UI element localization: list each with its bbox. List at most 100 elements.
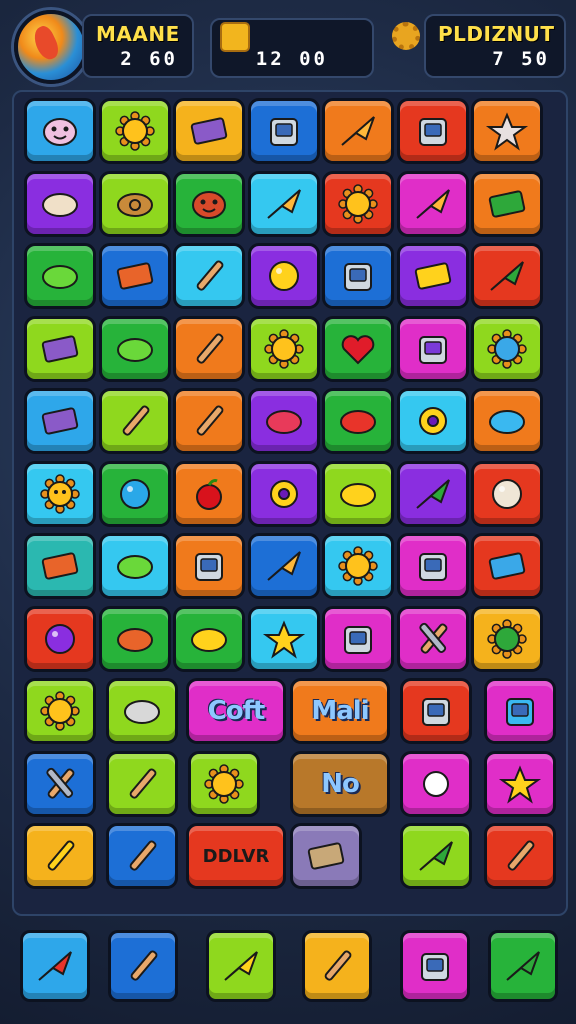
board-tile[interactable] xyxy=(98,533,171,599)
board-tile[interactable] xyxy=(98,98,171,164)
board-tile[interactable] xyxy=(471,315,543,382)
board-tile[interactable] xyxy=(471,98,543,164)
board-tile[interactable] xyxy=(24,98,96,164)
board-tile[interactable] xyxy=(98,243,171,309)
board-tile[interactable] xyxy=(471,460,543,527)
board-tile[interactable]: Mali xyxy=(290,678,390,744)
board-tile[interactable] xyxy=(173,460,245,527)
board-tile[interactable]: No xyxy=(290,750,390,817)
board-tile[interactable]: Coft xyxy=(186,678,286,744)
brush-icon xyxy=(129,840,157,871)
board-tile[interactable] xyxy=(24,170,96,237)
saturn-icon xyxy=(116,337,153,362)
board-tile[interactable] xyxy=(247,170,320,237)
board-tile[interactable] xyxy=(322,315,394,382)
board-tile[interactable] xyxy=(322,533,394,599)
board-tile[interactable] xyxy=(106,678,178,744)
board-tile[interactable] xyxy=(471,243,543,309)
board-tile[interactable] xyxy=(247,243,320,309)
board-tile[interactable] xyxy=(247,460,320,527)
board-tile[interactable] xyxy=(24,750,96,817)
board-tile[interactable] xyxy=(24,243,96,309)
board-tile[interactable] xyxy=(396,388,469,454)
feather-icon xyxy=(324,950,352,981)
camera-icon xyxy=(421,953,449,981)
board-tile[interactable] xyxy=(173,170,245,237)
tray-tile[interactable] xyxy=(302,930,372,1002)
board-tile[interactable] xyxy=(484,678,556,744)
tag-icon xyxy=(414,262,451,290)
board-tile[interactable] xyxy=(396,460,469,527)
leaf-icon xyxy=(506,951,540,981)
player-avatar[interactable] xyxy=(14,10,88,84)
book-icon xyxy=(41,407,79,435)
board-tile[interactable] xyxy=(484,823,556,889)
board-tile[interactable] xyxy=(247,315,320,382)
board-tile[interactable] xyxy=(322,98,394,164)
board-tile[interactable] xyxy=(24,678,96,744)
board-tile[interactable] xyxy=(24,315,96,382)
board-tile[interactable] xyxy=(396,533,469,599)
board-tile[interactable] xyxy=(471,605,543,672)
sunflower-icon xyxy=(338,546,378,586)
tray-tile[interactable] xyxy=(20,930,90,1002)
board-tile[interactable] xyxy=(98,170,171,237)
board-tile[interactable] xyxy=(24,823,96,889)
board-tile[interactable] xyxy=(188,750,260,817)
board-tile[interactable] xyxy=(173,605,245,672)
ball-icon xyxy=(492,478,522,509)
board-tile[interactable] xyxy=(322,170,394,237)
board-tile[interactable] xyxy=(396,170,469,237)
board-tile[interactable] xyxy=(24,533,96,599)
board-tile[interactable] xyxy=(173,533,245,599)
book-icon xyxy=(190,117,228,145)
board-tile[interactable] xyxy=(24,605,96,672)
board-tile[interactable] xyxy=(322,388,394,454)
gear-icon xyxy=(263,328,304,369)
board-tile[interactable] xyxy=(247,605,320,672)
board-tile[interactable] xyxy=(173,98,245,164)
board-tile[interactable] xyxy=(98,605,171,672)
board-tile[interactable] xyxy=(396,315,469,382)
tray-tile[interactable] xyxy=(108,930,178,1002)
board-tile[interactable] xyxy=(400,750,472,817)
board-tile[interactable] xyxy=(484,750,556,817)
board-tile[interactable] xyxy=(98,460,171,527)
camera-icon xyxy=(344,263,372,291)
pencil-icon xyxy=(130,950,158,981)
gear-icon xyxy=(338,183,378,224)
board-tile[interactable] xyxy=(173,315,245,382)
board-tile[interactable] xyxy=(471,388,543,454)
board-tile[interactable] xyxy=(247,533,320,599)
tray-tile[interactable] xyxy=(206,930,276,1002)
cone-icon xyxy=(266,551,301,581)
board-tile[interactable] xyxy=(322,605,394,672)
board-tile[interactable] xyxy=(247,98,320,164)
board-tile[interactable] xyxy=(471,533,543,599)
ruler-icon xyxy=(122,405,149,436)
board-tile[interactable] xyxy=(322,460,394,527)
board-tile[interactable] xyxy=(396,605,469,672)
bucket-icon xyxy=(506,698,534,726)
board-tile[interactable] xyxy=(396,98,469,164)
board-tile[interactable] xyxy=(173,243,245,309)
board-tile[interactable] xyxy=(24,388,96,454)
board-tile[interactable]: DDLVR xyxy=(186,823,286,889)
board-tile[interactable] xyxy=(247,388,320,454)
settings-gear-icon[interactable] xyxy=(392,22,420,50)
board-tile[interactable] xyxy=(24,460,96,527)
board-tile[interactable] xyxy=(106,823,178,889)
board-tile[interactable] xyxy=(98,388,171,454)
board-tile[interactable] xyxy=(106,750,178,817)
tray-tile[interactable] xyxy=(400,930,470,1002)
board-tile[interactable] xyxy=(400,823,472,889)
board-tile[interactable] xyxy=(98,315,171,382)
tray-tile[interactable] xyxy=(488,930,558,1002)
board-tile[interactable] xyxy=(400,678,472,744)
board-tile[interactable] xyxy=(290,823,362,889)
board-tile[interactable] xyxy=(322,243,394,309)
board-tile[interactable] xyxy=(396,243,469,309)
board-tile[interactable] xyxy=(173,388,245,454)
star-icon xyxy=(498,764,542,804)
board-tile[interactable] xyxy=(471,170,543,237)
